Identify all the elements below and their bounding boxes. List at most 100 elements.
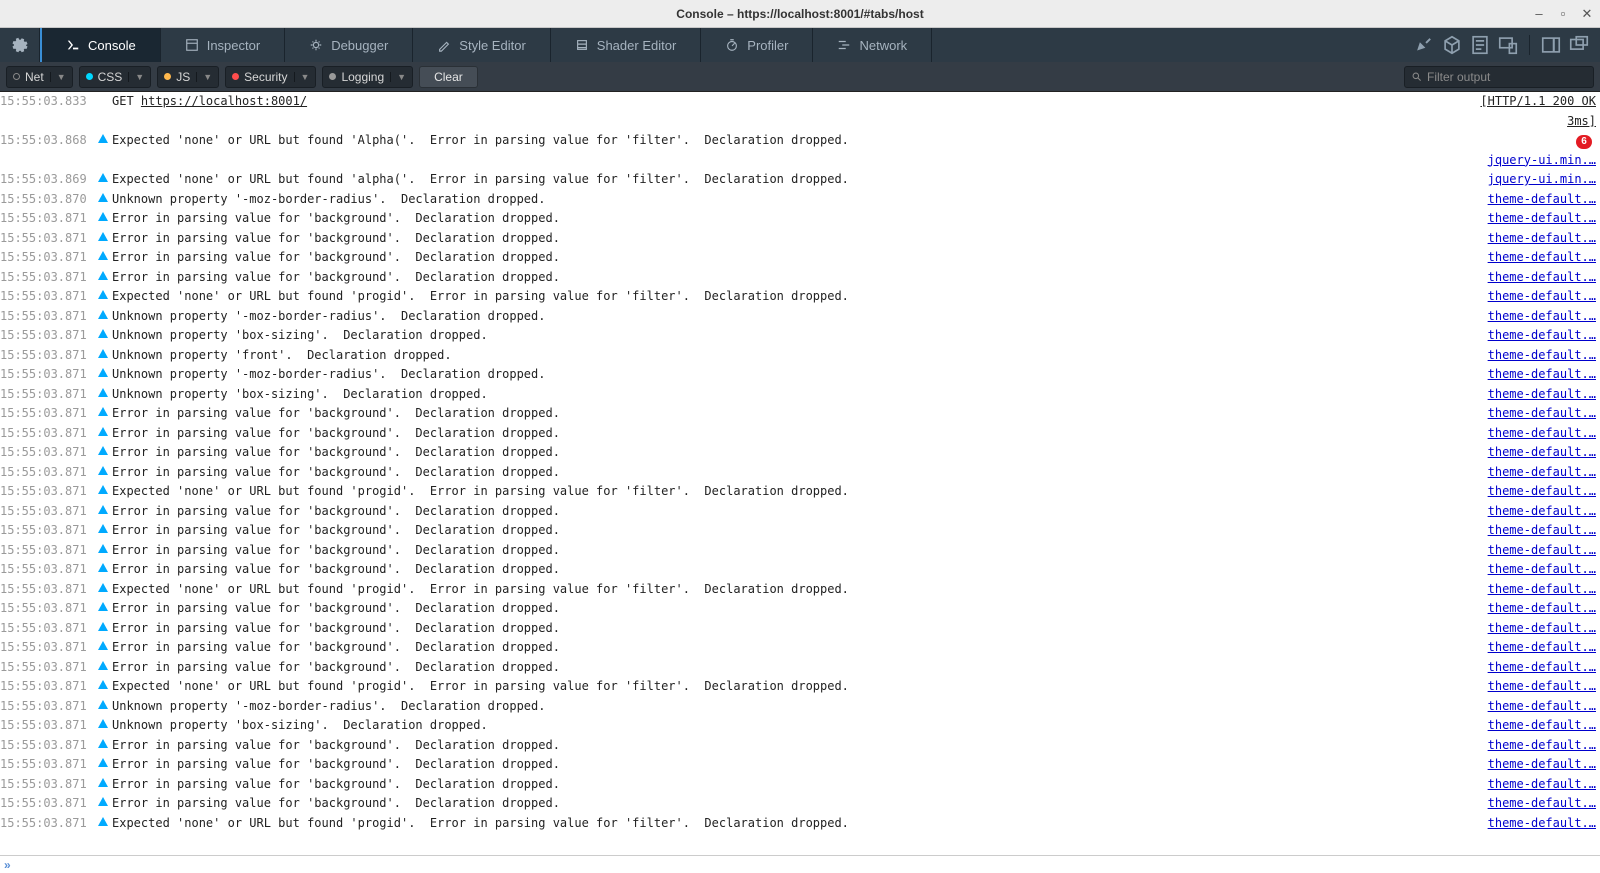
chevron-down-icon[interactable]: ▼ <box>50 72 66 82</box>
tab-network[interactable]: Network <box>813 28 932 62</box>
source-link[interactable]: theme-default.… <box>1488 250 1596 264</box>
log-row-css-warning[interactable]: 15:55:03.871Error in parsing value for '… <box>0 560 1600 580</box>
log-row-css-warning[interactable]: 15:55:03.871Expected 'none' or URL but f… <box>0 287 1600 307</box>
log-row-css-warning[interactable]: 15:55:03.871Error in parsing value for '… <box>0 521 1600 541</box>
dock-side-button[interactable] <box>1540 34 1562 56</box>
source-link[interactable]: theme-default.… <box>1488 679 1596 693</box>
log-row-css-warning[interactable]: 15:55:03.871Unknown property 'box-sizing… <box>0 716 1600 736</box>
source-link[interactable]: theme-default.… <box>1488 796 1596 810</box>
log-row-css-warning[interactable]: 15:55:03.871Error in parsing value for '… <box>0 209 1600 229</box>
source-link[interactable]: theme-default.… <box>1488 640 1596 654</box>
log-row-css-warning[interactable]: 15:55:03.871Expected 'none' or URL but f… <box>0 580 1600 600</box>
request-url-link[interactable]: https://localhost:8001/ <box>141 94 307 108</box>
chevron-down-icon[interactable]: ▼ <box>196 72 212 82</box>
source-link[interactable]: theme-default.… <box>1488 484 1596 498</box>
log-row-css-warning[interactable]: 15:55:03.871Error in parsing value for '… <box>0 541 1600 561</box>
tab-inspector[interactable]: Inspector <box>161 28 285 62</box>
filter-output-search[interactable] <box>1404 66 1594 88</box>
paint-flash-button[interactable] <box>1413 34 1435 56</box>
log-row-css-warning[interactable]: 15:55:03.871Unknown property '-moz-borde… <box>0 365 1600 385</box>
log-row-css-warning[interactable]: 15:55:03.871Unknown property 'front'. De… <box>0 346 1600 366</box>
filter-security-button[interactable]: Security ▼ <box>225 66 316 88</box>
chevron-down-icon[interactable]: ▼ <box>294 72 310 82</box>
tab-style-editor[interactable]: Style Editor <box>413 28 550 62</box>
source-link[interactable]: theme-default.… <box>1488 192 1596 206</box>
log-row-css-warning[interactable]: 15:55:03.871Error in parsing value for '… <box>0 404 1600 424</box>
window-close-button[interactable]: ✕ <box>1582 9 1592 19</box>
source-link[interactable]: theme-default.… <box>1488 426 1596 440</box>
console-prompt-bar[interactable]: » <box>0 855 1600 873</box>
log-row-css-warning[interactable]: 15:55:03.871Unknown property '-moz-borde… <box>0 307 1600 327</box>
log-row-css-warning[interactable]: 15:55:03.871Unknown property 'box-sizing… <box>0 326 1600 346</box>
log-row-css-warning[interactable]: 15:55:03.871Error in parsing value for '… <box>0 443 1600 463</box>
source-link[interactable]: theme-default.… <box>1488 523 1596 537</box>
source-link[interactable]: theme-default.… <box>1488 211 1596 225</box>
source-link[interactable]: theme-default.… <box>1488 445 1596 459</box>
log-row-css-warning[interactable]: 15:55:03.871Expected 'none' or URL but f… <box>0 814 1600 834</box>
window-minimize-button[interactable]: – <box>1534 9 1544 19</box>
source-link[interactable]: theme-default.… <box>1488 777 1596 791</box>
log-row-css-warning[interactable]: 15:55:03.871Error in parsing value for '… <box>0 619 1600 639</box>
source-link[interactable]: theme-default.… <box>1488 328 1596 342</box>
source-link[interactable]: theme-default.… <box>1488 348 1596 362</box>
log-row-css-warning[interactable]: 15:55:03.871Error in parsing value for '… <box>0 736 1600 756</box>
scratchpad-button[interactable] <box>1469 34 1491 56</box>
source-link[interactable]: jquery-ui.min.… <box>1488 172 1596 186</box>
chevron-down-icon[interactable]: ▼ <box>128 72 144 82</box>
log-row-css-warning[interactable]: 15:55:03.871Error in parsing value for '… <box>0 658 1600 678</box>
source-link[interactable]: theme-default.… <box>1488 582 1596 596</box>
log-row-css-warning[interactable]: 15:55:03.871Expected 'none' or URL but f… <box>0 677 1600 697</box>
source-link[interactable]: theme-default.… <box>1488 718 1596 732</box>
console-output[interactable]: 15:55:03.833GET https://localhost:8001/[… <box>0 92 1600 855</box>
clear-button[interactable]: Clear <box>419 66 478 88</box>
log-row-css-warning[interactable]: 15:55:03.871Expected 'none' or URL but f… <box>0 482 1600 502</box>
source-link[interactable]: theme-default.… <box>1488 660 1596 674</box>
log-row-css-warning[interactable]: 15:55:03.871Error in parsing value for '… <box>0 775 1600 795</box>
source-link[interactable]: theme-default.… <box>1488 601 1596 615</box>
log-row-css-warning[interactable]: 15:55:03.871Error in parsing value for '… <box>0 638 1600 658</box>
source-link[interactable]: theme-default.… <box>1488 699 1596 713</box>
log-row-css-warning[interactable]: 15:55:03.871Unknown property 'box-sizing… <box>0 385 1600 405</box>
source-link[interactable]: theme-default.… <box>1488 231 1596 245</box>
filter-output-input[interactable] <box>1427 70 1587 84</box>
http-status[interactable]: [HTTP/1.1 200 OK 3ms] <box>1480 94 1596 128</box>
filter-net-button[interactable]: Net ▼ <box>6 66 73 88</box>
responsive-design-button[interactable] <box>1497 34 1519 56</box>
threed-view-button[interactable] <box>1441 34 1463 56</box>
tab-profiler[interactable]: Profiler <box>701 28 813 62</box>
log-row-css-warning[interactable]: 15:55:03.871Error in parsing value for '… <box>0 502 1600 522</box>
tab-debugger[interactable]: Debugger <box>285 28 413 62</box>
log-row-css-warning[interactable]: 15:55:03.871Error in parsing value for '… <box>0 424 1600 444</box>
source-link[interactable]: theme-default.… <box>1488 406 1596 420</box>
log-row-network[interactable]: 15:55:03.833GET https://localhost:8001/[… <box>0 92 1600 131</box>
source-link[interactable]: theme-default.… <box>1488 543 1596 557</box>
source-link[interactable]: theme-default.… <box>1488 738 1596 752</box>
filter-js-button[interactable]: JS ▼ <box>157 66 219 88</box>
source-link[interactable]: theme-default.… <box>1488 387 1596 401</box>
source-link[interactable]: theme-default.… <box>1488 465 1596 479</box>
log-row-css-warning[interactable]: 15:55:03.871Error in parsing value for '… <box>0 463 1600 483</box>
source-link[interactable]: theme-default.… <box>1488 309 1596 323</box>
source-link[interactable]: theme-default.… <box>1488 562 1596 576</box>
log-row-css-warning[interactable]: 15:55:03.871Error in parsing value for '… <box>0 268 1600 288</box>
log-row-css-warning[interactable]: 15:55:03.871Unknown property '-moz-borde… <box>0 697 1600 717</box>
log-row-css-warning[interactable]: 15:55:03.871Error in parsing value for '… <box>0 599 1600 619</box>
settings-gear-button[interactable] <box>0 28 40 62</box>
window-maximize-button[interactable]: ▫ <box>1558 9 1568 19</box>
source-link[interactable]: theme-default.… <box>1488 816 1596 830</box>
filter-logging-button[interactable]: Logging ▼ <box>322 66 413 88</box>
log-row-css-warning[interactable]: 15:55:03.871Error in parsing value for '… <box>0 794 1600 814</box>
tab-console[interactable]: Console <box>40 28 161 62</box>
log-row-css-warning[interactable]: 15:55:03.871Error in parsing value for '… <box>0 229 1600 249</box>
source-link[interactable]: theme-default.… <box>1488 367 1596 381</box>
source-link[interactable]: theme-default.… <box>1488 504 1596 518</box>
log-row-css-warning[interactable]: 15:55:03.868Expected 'none' or URL but f… <box>0 131 1600 170</box>
filter-css-button[interactable]: CSS ▼ <box>79 66 152 88</box>
source-link[interactable]: theme-default.… <box>1488 621 1596 635</box>
log-row-css-warning[interactable]: 15:55:03.870Unknown property '-moz-borde… <box>0 190 1600 210</box>
dock-window-button[interactable] <box>1568 34 1590 56</box>
log-row-css-warning[interactable]: 15:55:03.871Error in parsing value for '… <box>0 248 1600 268</box>
log-row-css-warning[interactable]: 15:55:03.869Expected 'none' or URL but f… <box>0 170 1600 190</box>
chevron-down-icon[interactable]: ▼ <box>390 72 406 82</box>
tab-shader-editor[interactable]: Shader Editor <box>551 28 702 62</box>
